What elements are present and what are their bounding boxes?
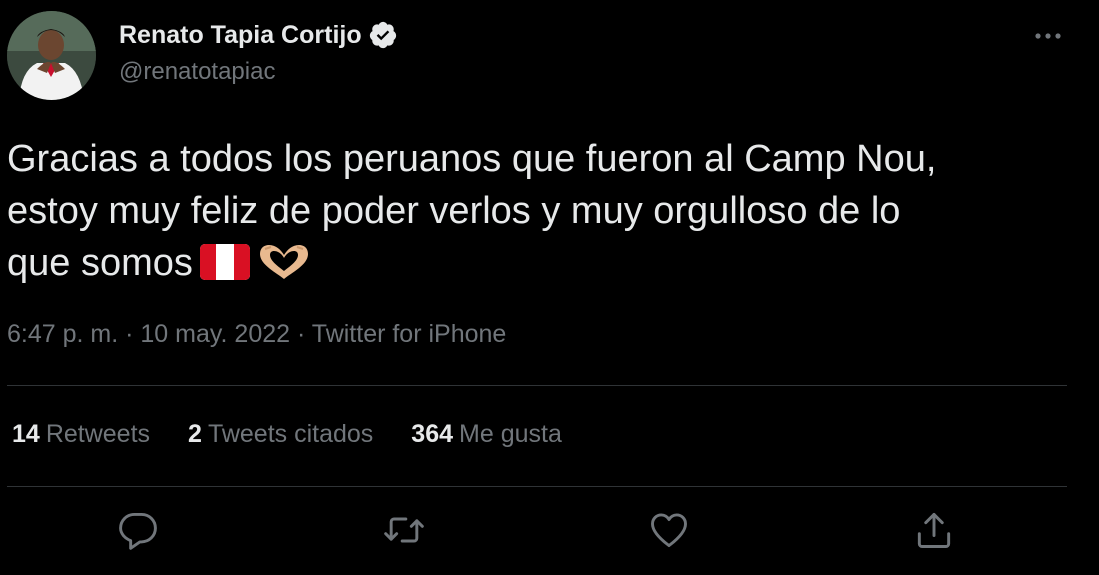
divider [7, 486, 1067, 487]
tweet-time[interactable]: 6:47 p. m. [7, 320, 118, 348]
retweet-icon [384, 517, 424, 543]
heart-hands-icon [259, 245, 308, 279]
retweets-stat[interactable]: 14 Retweets [12, 420, 150, 449]
handle[interactable]: @renatotapiac [119, 58, 275, 86]
reply-button[interactable] [116, 508, 160, 552]
avatar-image [7, 11, 96, 100]
engagement-stats: 14 Retweets 2 Tweets citados 364 Me gusta [12, 420, 562, 449]
retweets-label: Retweets [45, 420, 151, 448]
avatar[interactable] [7, 11, 96, 100]
more-horizontal-icon[interactable] [1030, 26, 1066, 46]
emoji-group [199, 243, 311, 281]
divider [7, 385, 1067, 386]
tweet-date[interactable]: 10 may. 2022 [140, 320, 290, 348]
author-name-row: Renato Tapia Cortijo [119, 18, 398, 52]
likes-stat[interactable]: 364 Me gusta [411, 420, 562, 449]
quote-tweets-count: 2 [188, 420, 202, 448]
meta-separator: · [118, 320, 141, 348]
quote-tweets-label: Tweets citados [207, 420, 374, 448]
verified-badge-icon [369, 21, 396, 49]
likes-count: 364 [411, 420, 454, 448]
retweet-button[interactable] [382, 508, 426, 552]
share-icon [917, 512, 951, 548]
tweet-line: estoy muy feliz de poder verlos y muy or… [7, 190, 901, 232]
tweet-meta: 6:47 p. m. · 10 may. 2022 · Twitter for … [7, 320, 506, 349]
tweet-line-last: que somos [7, 237, 1087, 289]
display-name[interactable]: Renato Tapia Cortijo [119, 21, 362, 50]
tweet-text: Gracias a todos los peruanos que fueron … [7, 133, 1087, 289]
flag-peru-icon [199, 244, 250, 280]
retweets-count: 14 [12, 420, 40, 448]
tweet-source[interactable]: Twitter for iPhone [312, 320, 507, 348]
heart-icon [651, 513, 687, 548]
quote-tweets-stat[interactable]: 2 Tweets citados [188, 420, 373, 449]
like-button[interactable] [647, 508, 691, 552]
tweet-line: Gracias a todos los peruanos que fueron … [7, 138, 937, 180]
tweet-line-text: que somos [7, 242, 193, 284]
meta-separator: · [290, 320, 312, 348]
share-button[interactable] [912, 508, 956, 552]
reply-icon [119, 512, 157, 550]
likes-label: Me gusta [459, 420, 562, 448]
